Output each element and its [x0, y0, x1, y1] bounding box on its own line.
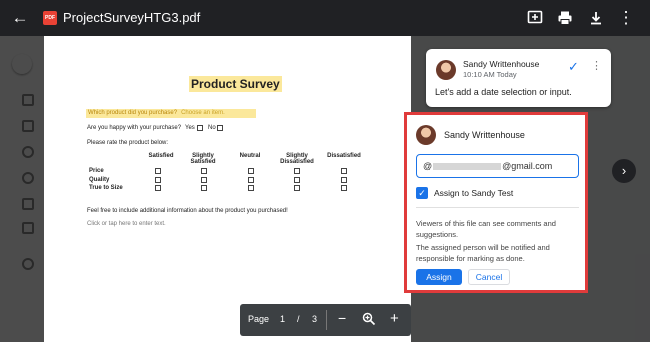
email-field[interactable]: @ @gmail.com: [416, 154, 579, 178]
rating-checkbox: [155, 185, 161, 191]
comment-card[interactable]: Sandy Writtenhouse 10:10 AM Today ✓ ⋮ Le…: [426, 49, 611, 107]
pdf-page: Product Survey Which product did you pur…: [44, 36, 411, 342]
q1-placeholder: Choose an item.: [181, 110, 225, 116]
page-toolbar: Page 1 / 3 − +: [240, 304, 411, 336]
zoom-out-icon[interactable]: −: [338, 310, 346, 326]
rating-col-header: Slightly Satisfied: [190, 153, 216, 165]
page-separator: /: [297, 314, 300, 324]
rating-checkbox: [294, 168, 300, 174]
cancel-button[interactable]: Cancel: [468, 269, 510, 285]
comment-time: 10:10 AM Today: [463, 70, 517, 79]
doc-title: Product Survey: [189, 76, 282, 92]
divider: [416, 207, 579, 208]
rating-checkbox: [341, 177, 347, 183]
rating-checkbox: [341, 168, 347, 174]
avatar: [416, 125, 436, 145]
email-prefix: @: [423, 161, 433, 171]
rating-checkbox: [248, 168, 254, 174]
total-pages: 3: [312, 314, 318, 324]
rating-col-header: Dissatisfied: [327, 153, 361, 159]
file-title: ProjectSurveyHTG3.pdf: [63, 10, 201, 25]
add-comment-icon[interactable]: [523, 6, 547, 30]
q1-text: Which product did you purchase?: [88, 110, 178, 116]
comment-more-icon[interactable]: ⋮: [591, 59, 602, 72]
viewer-topbar: ← PDF ProjectSurveyHTG3.pdf ⋮: [0, 0, 650, 36]
divider: [326, 310, 327, 330]
rating-checkbox: [155, 168, 161, 174]
rating-checkbox: [294, 177, 300, 183]
assign-panel: Sandy Writtenhouse @ @gmail.com ✓ Assign …: [404, 112, 588, 293]
q2-text: Are you happy with your purchase?: [87, 125, 182, 131]
rating-col-header: Satisfied: [148, 153, 174, 159]
download-icon[interactable]: [584, 6, 608, 30]
current-page-input[interactable]: 1: [280, 314, 285, 324]
more-vert-icon[interactable]: ⋮: [614, 6, 638, 30]
zoom-in-magnifier-icon[interactable]: [362, 312, 376, 328]
next-file-chevron-icon[interactable]: ›: [612, 159, 636, 183]
q4-placeholder: Click or tap here to enter text.: [87, 221, 166, 227]
rating-col-header: Neutral: [239, 153, 261, 159]
rating-row-label: Quality: [89, 177, 110, 183]
assign-button[interactable]: Assign: [416, 269, 462, 285]
no-checkbox: [217, 125, 223, 131]
rating-checkbox: [248, 185, 254, 191]
yes-checkbox: [197, 125, 203, 131]
pdf-file-icon: PDF: [43, 11, 57, 25]
redacted-email: [433, 163, 502, 171]
assign-info-responsibility: The assigned person will be notified and…: [416, 243, 550, 263]
assign-checkbox-label: Assign to Sandy Test: [434, 188, 514, 198]
rating-col-header: Slightly Dissatisfied: [280, 153, 314, 165]
zoom-in-icon[interactable]: +: [390, 310, 399, 327]
q3-text: Please rate the product below:: [87, 140, 169, 146]
q1-line: Which product did you purchase? Choose an…: [86, 109, 256, 118]
q2-yes: Yes: [185, 125, 195, 131]
rating-checkbox: [155, 177, 161, 183]
assign-info-visibility: Viewers of this file can see comments an…: [416, 219, 556, 239]
q4-text: Feel free to include additional informat…: [87, 208, 288, 214]
assign-author: Sandy Writtenhouse: [444, 130, 525, 140]
resolve-check-icon[interactable]: ✓: [568, 59, 579, 75]
avatar: [436, 60, 456, 80]
rating-checkbox: [341, 185, 347, 191]
rating-row-label: Price: [89, 168, 104, 174]
print-icon[interactable]: [553, 6, 577, 30]
rating-checkbox: [294, 185, 300, 191]
comment-text: Let's add a date selection or input.: [435, 87, 572, 97]
email-suffix: @gmail.com: [502, 161, 553, 171]
rating-checkbox: [201, 168, 207, 174]
q2-no: No: [208, 125, 216, 131]
rating-row-label: True to Size: [89, 185, 123, 191]
comment-author: Sandy Writtenhouse: [463, 59, 540, 69]
rating-checkbox: [201, 177, 207, 183]
rating-checkbox: [248, 177, 254, 183]
page-label: Page: [248, 314, 270, 324]
rating-checkbox: [201, 185, 207, 191]
assign-checkbox[interactable]: ✓: [416, 187, 428, 199]
arrow-left-icon[interactable]: ←: [8, 6, 32, 30]
